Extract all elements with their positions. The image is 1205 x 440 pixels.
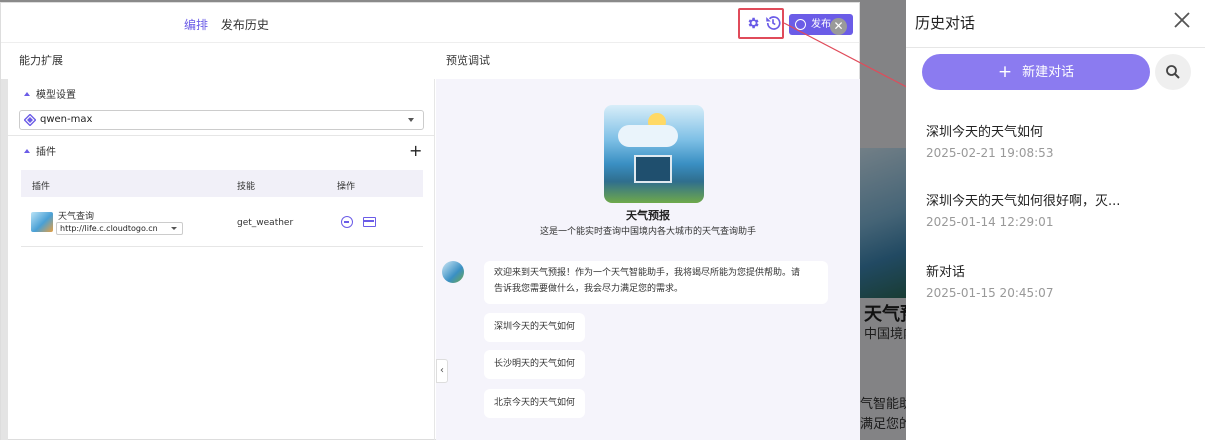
remove-plugin-icon[interactable] [341, 216, 353, 228]
column-ops: 操作 [337, 182, 356, 192]
welcome-line-1: 欢迎来到天气预报！作为一个天气智能助手，我将竭尽所能为您提供帮助。请 [494, 268, 801, 278]
new-chat-label: 新建对话 [1022, 65, 1075, 80]
plugin-thumbnail [31, 212, 53, 232]
model-settings-label: 模型设置 [36, 90, 76, 101]
publish-label: 发布 [811, 19, 831, 30]
history-item-time: 2025-01-15 20:45:07 [926, 286, 1054, 300]
model-value: qwen-max [40, 114, 93, 125]
suggestion-chip[interactable]: 长沙明天的天气如何 [484, 350, 586, 379]
suggestion-chip[interactable]: 深圳今天的天气如何 [484, 313, 586, 342]
bot-message-avatar [442, 261, 464, 283]
tab-publish-history[interactable]: 发布历史 [221, 18, 269, 32]
plugin-url-value: http://life.c.cloudtogo.cn [60, 224, 158, 233]
list-item[interactable]: 深圳今天的天气如何 2025-02-21 19:08:53 [926, 121, 1186, 160]
collapse-panel-button[interactable]: ‹ [436, 359, 448, 383]
column-plugin: 插件 [32, 182, 51, 192]
preview-panel: ‹ 天气预报 这是一个能实时查询中国境内各大城市的天气查询助手 欢迎来到天气预报… [436, 79, 860, 440]
plugin-table: 插件 技能 操作 天气查询 http://life.c.cloudtogo.cn… [21, 170, 423, 247]
model-logo-icon [24, 114, 36, 126]
history-item-title: 深圳今天的天气如何很好啊，灭... [926, 194, 1121, 209]
bot-name: 天气预报 [626, 209, 670, 222]
search-button[interactable] [1155, 54, 1191, 90]
model-settings-toggle[interactable]: 模型设置 [24, 86, 76, 101]
history-item-time: 2025-02-21 19:08:53 [926, 146, 1054, 160]
history-item-title: 新对话 [926, 265, 966, 280]
editor-topbar: 编排 发布历史 发布 ✕ [1, 3, 859, 43]
editor-tabs: 编排 发布历史 [184, 16, 278, 33]
plus-icon: + [997, 62, 1013, 82]
screen-shape [634, 155, 672, 183]
plugin-name: 天气查询 [58, 212, 95, 222]
table-row: 天气查询 http://life.c.cloudtogo.cn get_weat… [21, 197, 423, 247]
divider [8, 135, 435, 136]
caret-up-icon [24, 92, 30, 96]
dropdown-arrow-icon [171, 227, 177, 230]
search-icon [1166, 65, 1180, 79]
scrollbar[interactable] [1, 79, 8, 440]
plugin-table-header: 插件 技能 操作 [21, 170, 423, 197]
history-item-title: 深圳今天的天气如何 [926, 125, 1044, 140]
preview-header: 预览调试 [446, 54, 490, 67]
history-drawer: 历史对话 + 新建对话 深圳今天的天气如何 2025-02-21 19:08:53… [906, 0, 1205, 440]
close-icon[interactable]: ✕ [830, 18, 847, 35]
capability-panel: 模型设置 qwen-max 插件 + 插件 技能 操作 天气查询 http://… [1, 79, 435, 440]
gear-icon[interactable] [746, 16, 760, 30]
divider [906, 47, 1205, 48]
model-select[interactable]: qwen-max [19, 110, 424, 130]
dropdown-arrow-icon [408, 118, 414, 122]
capability-header: 能力扩展 [19, 54, 63, 67]
welcome-message: 欢迎来到天气预报！作为一个天气智能助手，我将竭尽所能为您提供帮助。请 告诉我您需… [484, 261, 828, 304]
bot-description: 这是一个能实时查询中国境内各大城市的天气查询助手 [539, 227, 756, 237]
plugin-section-toggle[interactable]: 插件 [24, 143, 56, 158]
plugin-section-label: 插件 [36, 147, 56, 158]
drawer-title: 历史对话 [915, 14, 976, 32]
list-item[interactable]: 深圳今天的天气如何很好啊，灭... 2025-01-14 12:29:01 [926, 190, 1186, 229]
list-item[interactable]: 新对话 2025-01-15 20:45:07 [926, 261, 1186, 300]
plugin-detail-icon[interactable] [363, 217, 376, 227]
add-plugin-button[interactable]: + [409, 141, 422, 160]
history-icon[interactable] [764, 14, 782, 32]
highlight-box [738, 8, 784, 39]
plugin-skill: get_weather [237, 218, 294, 228]
tab-orchestrate[interactable]: 编排 [184, 18, 208, 32]
bot-editor-window: 编排 发布历史 发布 ✕ 能力扩展 预览调试 模型设置 qwen-max 插件 … [0, 2, 860, 440]
column-skill: 技能 [237, 182, 256, 192]
plugin-url-select[interactable]: http://life.c.cloudtogo.cn [56, 222, 183, 235]
suggestion-chip[interactable]: 北京今天的天气如何 [484, 389, 586, 418]
welcome-line-2: 告诉我您需要做什么，我会尽力满足您的需求。 [494, 284, 684, 294]
publish-icon [795, 19, 806, 30]
caret-up-icon [24, 149, 30, 153]
cloud-shape [618, 125, 678, 147]
bot-avatar [604, 105, 704, 203]
close-icon[interactable] [1173, 11, 1191, 29]
new-chat-button[interactable]: + 新建对话 [922, 54, 1150, 90]
history-item-time: 2025-01-14 12:29:01 [926, 215, 1054, 229]
